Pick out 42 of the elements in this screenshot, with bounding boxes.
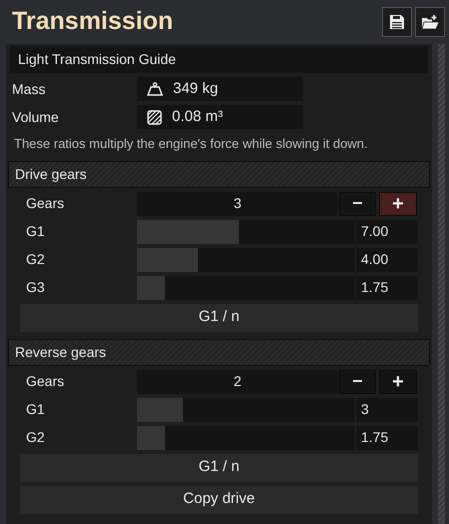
ratio-value[interactable]: 7.00 [355, 220, 418, 244]
gear-label: G1 [25, 400, 46, 419]
stat-label: Volume [12, 108, 60, 126]
ratio-value[interactable]: 1.75 [355, 276, 418, 300]
decrement-button[interactable]: − [339, 370, 376, 394]
gear-count-field: 2 [137, 370, 338, 394]
gear-label: G2 [25, 250, 46, 269]
preset-name: Light Transmission Guide [10, 46, 428, 73]
stat-field: 349 kg [137, 77, 303, 101]
ratio-button[interactable]: G1 / n [20, 454, 418, 482]
gear-count-field: 3 [137, 192, 338, 216]
stat-label: Mass [12, 80, 46, 98]
ratio-button[interactable]: G1 / n [20, 304, 418, 332]
ratio-value[interactable]: 4.00 [355, 248, 418, 272]
window-title: Transmission [12, 6, 174, 38]
ratio-slider[interactable] [137, 220, 355, 244]
ratio-slider[interactable] [137, 426, 355, 450]
folder-icon [421, 14, 439, 30]
section-header: Drive gears [8, 160, 430, 188]
scrollbar[interactable] [438, 44, 445, 524]
decrement-button[interactable]: − [339, 192, 376, 216]
stat-field: 0.08 m³ [137, 105, 303, 129]
increment-button[interactable]: + [379, 192, 417, 216]
copy-drive-button[interactable]: Copy drive [20, 486, 418, 514]
ratio-slider[interactable] [137, 248, 355, 272]
gear-count-label: Gears [25, 194, 66, 213]
weight-icon [147, 82, 163, 96]
ratio-slider[interactable] [137, 276, 355, 300]
description-text: These ratios multiply the engine's force while slowing it down. [13, 135, 369, 153]
ratio-slider[interactable] [137, 398, 355, 422]
gear-label: G3 [25, 278, 46, 297]
section-header: Reverse gears [8, 338, 430, 366]
ratio-value[interactable]: 1.75 [355, 426, 418, 450]
hatched-square-icon [147, 110, 162, 124]
ratio-value[interactable]: 3 [355, 398, 418, 422]
open-button[interactable] [415, 7, 445, 37]
increment-button[interactable]: + [379, 370, 417, 394]
save-icon [389, 14, 405, 30]
gear-label: G1 [25, 222, 46, 241]
gear-count-label: Gears [25, 372, 66, 391]
gear-label: G2 [25, 428, 46, 447]
save-button[interactable] [382, 7, 412, 37]
